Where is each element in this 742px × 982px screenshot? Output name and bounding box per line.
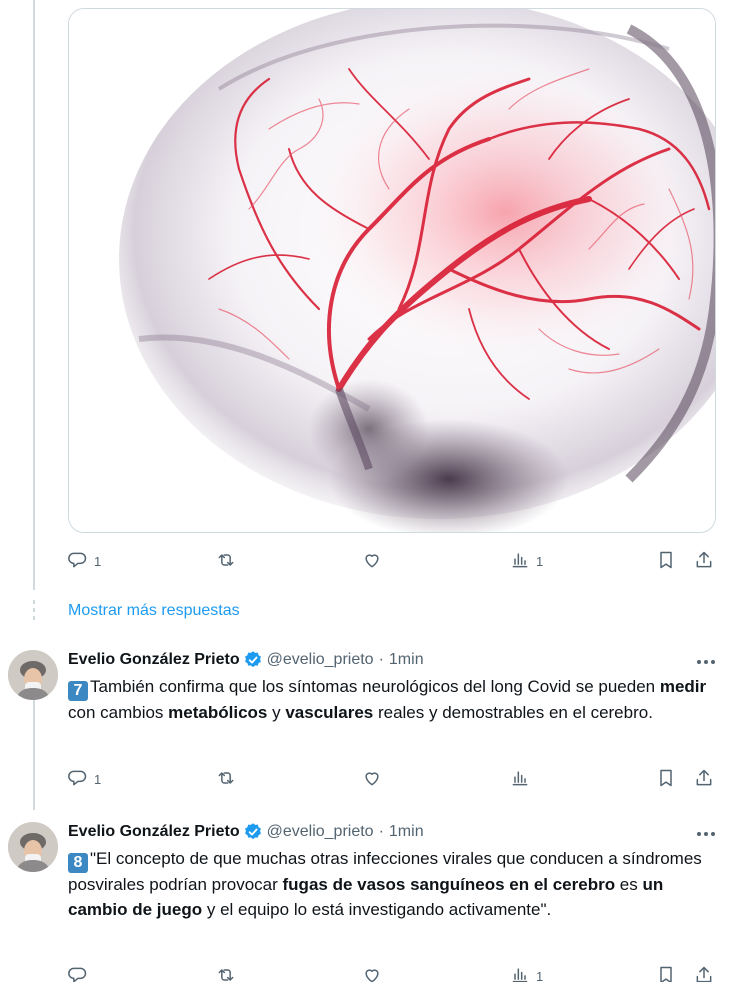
- tweet-text: 8 "El concepto de que muchas otras infecc…: [68, 847, 718, 922]
- keycap-number-emoji: 8: [68, 853, 88, 873]
- retweet-button[interactable]: [216, 550, 242, 570]
- bookmark-icon: [660, 551, 672, 569]
- retweet-button[interactable]: [216, 965, 236, 982]
- tweet-media-image[interactable]: [68, 8, 716, 533]
- like-button[interactable]: [362, 768, 382, 788]
- reply-count: 1: [94, 772, 102, 787]
- verified-badge-icon: [244, 651, 261, 668]
- thread-line: [33, 700, 35, 810]
- retweet-icon: [218, 772, 234, 784]
- views-count: 1: [536, 969, 544, 982]
- show-more-replies-link[interactable]: Mostrar más respuestas: [68, 602, 240, 620]
- tweet-text-bold-run: medir: [659, 677, 707, 696]
- views-count: 1: [536, 554, 544, 569]
- reply-button[interactable]: [68, 965, 88, 982]
- reply-button[interactable]: 1: [68, 768, 101, 788]
- tweet-text-run: También confirma que los síntomas neurol…: [90, 677, 660, 696]
- views-button[interactable]: 1: [510, 965, 543, 982]
- reply-button[interactable]: 1: [68, 550, 101, 570]
- tweet-text-bold-run: fugas de vasos sanguíneos en el cerebro: [282, 875, 616, 894]
- like-button[interactable]: [362, 550, 388, 570]
- share-icon: [696, 769, 712, 786]
- reply-icon: [68, 552, 87, 568]
- tweet-text-run: y el equipo lo está investigando activam…: [202, 899, 552, 919]
- bookmark-button[interactable]: [656, 768, 676, 788]
- views-chart-icon: [512, 553, 528, 568]
- thread-line: [33, 0, 35, 590]
- tweet-text: 7 También confirma que los síntomas neuro…: [68, 675, 718, 726]
- thread-gap-dots: [32, 600, 36, 624]
- tweet-text-run: y: [267, 703, 286, 722]
- retweet-button[interactable]: [216, 768, 236, 788]
- tweet-header: Evelio González Prieto @evelio_prieto · …: [68, 650, 424, 670]
- share-icon: [696, 551, 712, 568]
- avatar[interactable]: [8, 822, 58, 872]
- heart-icon: [365, 969, 379, 982]
- author-name[interactable]: Evelio González Prieto: [68, 823, 240, 841]
- tweet-text-bold-run: metabólicos: [168, 703, 268, 722]
- share-button[interactable]: [694, 550, 714, 570]
- tweet-text-run: con cambios: [68, 703, 169, 722]
- tweet-text-run: reales y demostrables en el cerebro.: [373, 703, 653, 722]
- bookmark-icon: [660, 769, 672, 787]
- bookmark-button[interactable]: [656, 965, 676, 982]
- author-handle[interactable]: @evelio_prieto: [267, 651, 374, 669]
- views-chart-icon: [512, 968, 528, 982]
- reply-icon: [68, 770, 87, 786]
- brain-angiography-image: [69, 9, 715, 532]
- reply-count: 1: [94, 554, 102, 569]
- author-handle[interactable]: @evelio_prieto: [267, 823, 374, 841]
- share-button[interactable]: [694, 965, 714, 982]
- avatar[interactable]: [8, 650, 58, 700]
- reply-icon: [68, 967, 87, 982]
- separator-dot: ·: [378, 823, 384, 840]
- more-options-button[interactable]: [694, 824, 718, 844]
- bookmark-icon: [660, 966, 672, 982]
- tweet-header: Evelio González Prieto @evelio_prieto · …: [68, 822, 424, 842]
- views-button[interactable]: [510, 768, 530, 788]
- tweet-action-bar: 1: [68, 768, 716, 792]
- tweet-action-bar: 1 1: [68, 550, 716, 574]
- heart-icon: [365, 772, 379, 786]
- heart-icon: [365, 554, 379, 568]
- views-button[interactable]: 1: [510, 550, 543, 570]
- keycap-number-emoji: 7: [68, 681, 88, 701]
- tweet-text-run: es: [615, 875, 643, 894]
- author-name[interactable]: Evelio González Prieto: [68, 651, 240, 669]
- tweet-text-bold-run: vasculares: [285, 703, 374, 722]
- timestamp[interactable]: 1min: [389, 823, 424, 841]
- tweet-action-bar: 1: [68, 965, 716, 982]
- bookmark-button[interactable]: [656, 550, 676, 570]
- separator-dot: ·: [378, 651, 384, 668]
- views-chart-icon: [512, 771, 528, 786]
- retweet-icon: [218, 554, 234, 566]
- timestamp[interactable]: 1min: [389, 651, 424, 669]
- retweet-icon: [218, 969, 234, 981]
- share-button[interactable]: [694, 768, 714, 788]
- more-options-button[interactable]: [694, 652, 718, 672]
- verified-badge-icon: [244, 823, 261, 840]
- share-icon: [696, 966, 712, 982]
- like-button[interactable]: [362, 965, 382, 982]
